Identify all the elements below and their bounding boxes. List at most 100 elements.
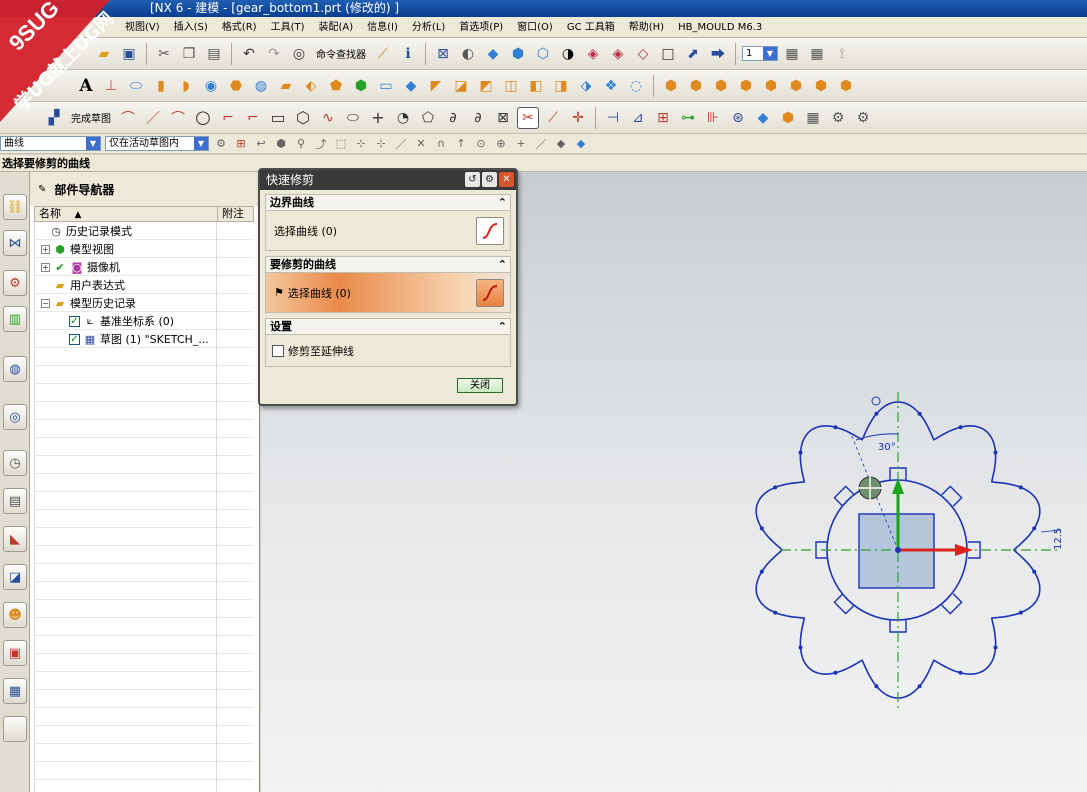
- menu-assemblies[interactable]: 装配(A): [312, 17, 361, 38]
- hole-icon[interactable]: ◉: [200, 75, 222, 97]
- visibility-checkbox[interactable]: ✓: [69, 315, 80, 327]
- offset-curve-icon[interactable]: ◔: [392, 107, 414, 129]
- arc-center-snap-icon[interactable]: ∩: [433, 136, 449, 152]
- pocket-icon[interactable]: ◍: [250, 75, 272, 97]
- tree-item-model-views[interactable]: + ⬢ 模型视图: [41, 240, 114, 258]
- rectangle-icon[interactable]: ▭: [267, 107, 289, 129]
- group-settings[interactable]: 设置 ⌃: [265, 318, 511, 335]
- command-finder-button[interactable]: 命令查找器: [313, 46, 369, 61]
- end-point-snap-icon[interactable]: ⊹: [353, 136, 369, 152]
- trim-to-extension-checkbox[interactable]: [272, 344, 284, 357]
- process-studio-tab[interactable]: ▤: [3, 488, 27, 514]
- revolve-icon[interactable]: ◗: [175, 75, 197, 97]
- finish-sketch-icon[interactable]: ▞: [43, 107, 65, 129]
- layer-move-icon[interactable]: ▦: [806, 43, 828, 65]
- intersect-icon[interactable]: ▭: [375, 75, 397, 97]
- update-model-icon[interactable]: ▦: [802, 107, 824, 129]
- web-browser-tab[interactable]: ◍: [3, 356, 27, 382]
- open-icon[interactable]: ▰: [93, 43, 115, 65]
- quick-trim-icon[interactable]: ✂: [517, 106, 539, 129]
- visibility-checkbox[interactable]: ✓: [69, 333, 80, 345]
- pattern-curve-icon[interactable]: ⬠: [417, 107, 439, 129]
- shaded-cube-icon[interactable]: ◆: [482, 43, 504, 65]
- reset-icon[interactable]: ↺: [465, 172, 480, 187]
- constraint-navigator-tab[interactable]: ⋈: [3, 230, 27, 256]
- collapse-chevron-icon[interactable]: ⌃: [498, 195, 507, 210]
- menu-window[interactable]: 窗口(O): [510, 17, 560, 38]
- profile-icon[interactable]: ⌒: [117, 107, 139, 129]
- show-constraints-icon[interactable]: ⊶: [677, 107, 699, 129]
- selection-icon[interactable]: ⟋: [372, 43, 394, 65]
- layer-settings-icon[interactable]: ▦: [781, 43, 803, 65]
- sketch-settings-icon[interactable]: ⚙: [852, 107, 874, 129]
- expand-icon[interactable]: +: [41, 262, 50, 272]
- reuse-library-tab[interactable]: ▥: [3, 306, 27, 332]
- subtract-icon[interactable]: ⬢: [350, 75, 372, 97]
- mid-point-snap-icon[interactable]: ⊹: [373, 136, 389, 152]
- menu-hb-mould[interactable]: HB_MOULD M6.3: [671, 17, 769, 38]
- arc-icon[interactable]: ⌒: [167, 107, 189, 129]
- orient-view-icon[interactable]: ⬈: [682, 43, 704, 65]
- menu-tools[interactable]: 工具(T): [264, 17, 312, 38]
- visualization-tab[interactable]: ▣: [3, 640, 27, 666]
- unite-icon[interactable]: ⬟: [325, 75, 347, 97]
- render-style-icon[interactable]: ◑: [557, 43, 579, 65]
- thread-icon[interactable]: ◌: [625, 75, 647, 97]
- view-arrow-icon[interactable]: ⮕: [707, 43, 729, 65]
- alternate-solution-icon[interactable]: ⊛: [727, 107, 749, 129]
- point-on-curve-snap-icon[interactable]: ⊕: [493, 136, 509, 152]
- bounded-grid-snap-icon[interactable]: ／: [533, 136, 549, 152]
- section-cube-icon[interactable]: ◈: [582, 43, 604, 65]
- selection-scope-combo[interactable]: 仅在活动草图内 ▼: [105, 136, 209, 151]
- offset-face-icon[interactable]: ◨: [550, 75, 572, 97]
- show-hide-icon[interactable]: ◆: [573, 136, 589, 152]
- info-icon[interactable]: ℹ: [397, 43, 419, 65]
- column-note[interactable]: 附注: [217, 207, 255, 221]
- expand-icon[interactable]: +: [41, 244, 50, 254]
- blend-icon[interactable]: ◆: [400, 75, 422, 97]
- existing-point-snap-icon[interactable]: ⊙: [473, 136, 489, 152]
- quick-extend-icon[interactable]: ⟋: [542, 107, 564, 129]
- group-curves-to-trim[interactable]: 要修剪的曲线 ⌃: [265, 256, 511, 273]
- make-corner-icon[interactable]: ✛: [567, 107, 589, 129]
- tree-item-cameras[interactable]: + ✔ ◙ 摄像机: [41, 258, 120, 276]
- point-on-face-snap-icon[interactable]: +: [513, 136, 529, 152]
- delay-eval-icon[interactable]: ⚙: [827, 107, 849, 129]
- blank-tab[interactable]: [3, 716, 27, 742]
- tree-item-datum-csys[interactable]: ✓ ⟀ 基准坐标系 (0): [69, 312, 174, 330]
- keyway-notch[interactable]: [941, 485, 963, 507]
- curve-rule-icon[interactable]: ↩: [253, 136, 269, 152]
- wireframe-cube-icon[interactable]: ⬡: [532, 43, 554, 65]
- surface-icon[interactable]: ⬢: [660, 75, 682, 97]
- menu-format[interactable]: 格式(R): [215, 17, 264, 38]
- menu-gc-toolbox[interactable]: GC 工具箱: [560, 17, 622, 38]
- menu-view[interactable]: 视图(V): [118, 17, 167, 38]
- pad-icon[interactable]: ▰: [275, 75, 297, 97]
- fit-view-icon[interactable]: ⊠: [432, 43, 454, 65]
- cylinder-icon[interactable]: ⬭: [125, 75, 147, 97]
- studio-spline-icon[interactable]: ∿: [317, 107, 339, 129]
- boundary-select-row[interactable]: 选择曲线 (0): [265, 211, 511, 251]
- extrude-icon[interactable]: ▮: [150, 75, 172, 97]
- type-filter-combo[interactable]: 曲线 ▼: [0, 136, 101, 151]
- menu-information[interactable]: 信息(I): [360, 17, 405, 38]
- extract-icon[interactable]: ⬢: [835, 75, 857, 97]
- sketch-view-icon[interactable]: ◆: [752, 107, 774, 129]
- trim-body-icon[interactable]: ◫: [500, 75, 522, 97]
- column-name[interactable]: 名称 ▲: [39, 207, 81, 222]
- line-icon[interactable]: ／: [142, 107, 164, 129]
- copy-icon[interactable]: ❐: [178, 43, 200, 65]
- patch-icon[interactable]: ⬢: [785, 75, 807, 97]
- offset-surface-icon[interactable]: ⬢: [810, 75, 832, 97]
- keyway-notch[interactable]: [941, 593, 963, 615]
- sew-icon[interactable]: ⬢: [760, 75, 782, 97]
- select-all-icon[interactable]: ⤴: [313, 136, 329, 152]
- collapse-chevron-icon[interactable]: ⌃: [498, 319, 507, 334]
- group-boundary-curves[interactable]: 边界曲线 ⌃: [265, 194, 511, 211]
- gear-icon[interactable]: ⚙: [482, 172, 497, 187]
- chamfer-sketch-icon[interactable]: ⌐: [242, 107, 264, 129]
- shell-icon[interactable]: ◪: [450, 75, 472, 97]
- select-curve-icon[interactable]: [476, 217, 504, 245]
- circle-icon[interactable]: ○: [192, 107, 214, 129]
- intersection-curve-icon[interactable]: ⊠: [492, 107, 514, 129]
